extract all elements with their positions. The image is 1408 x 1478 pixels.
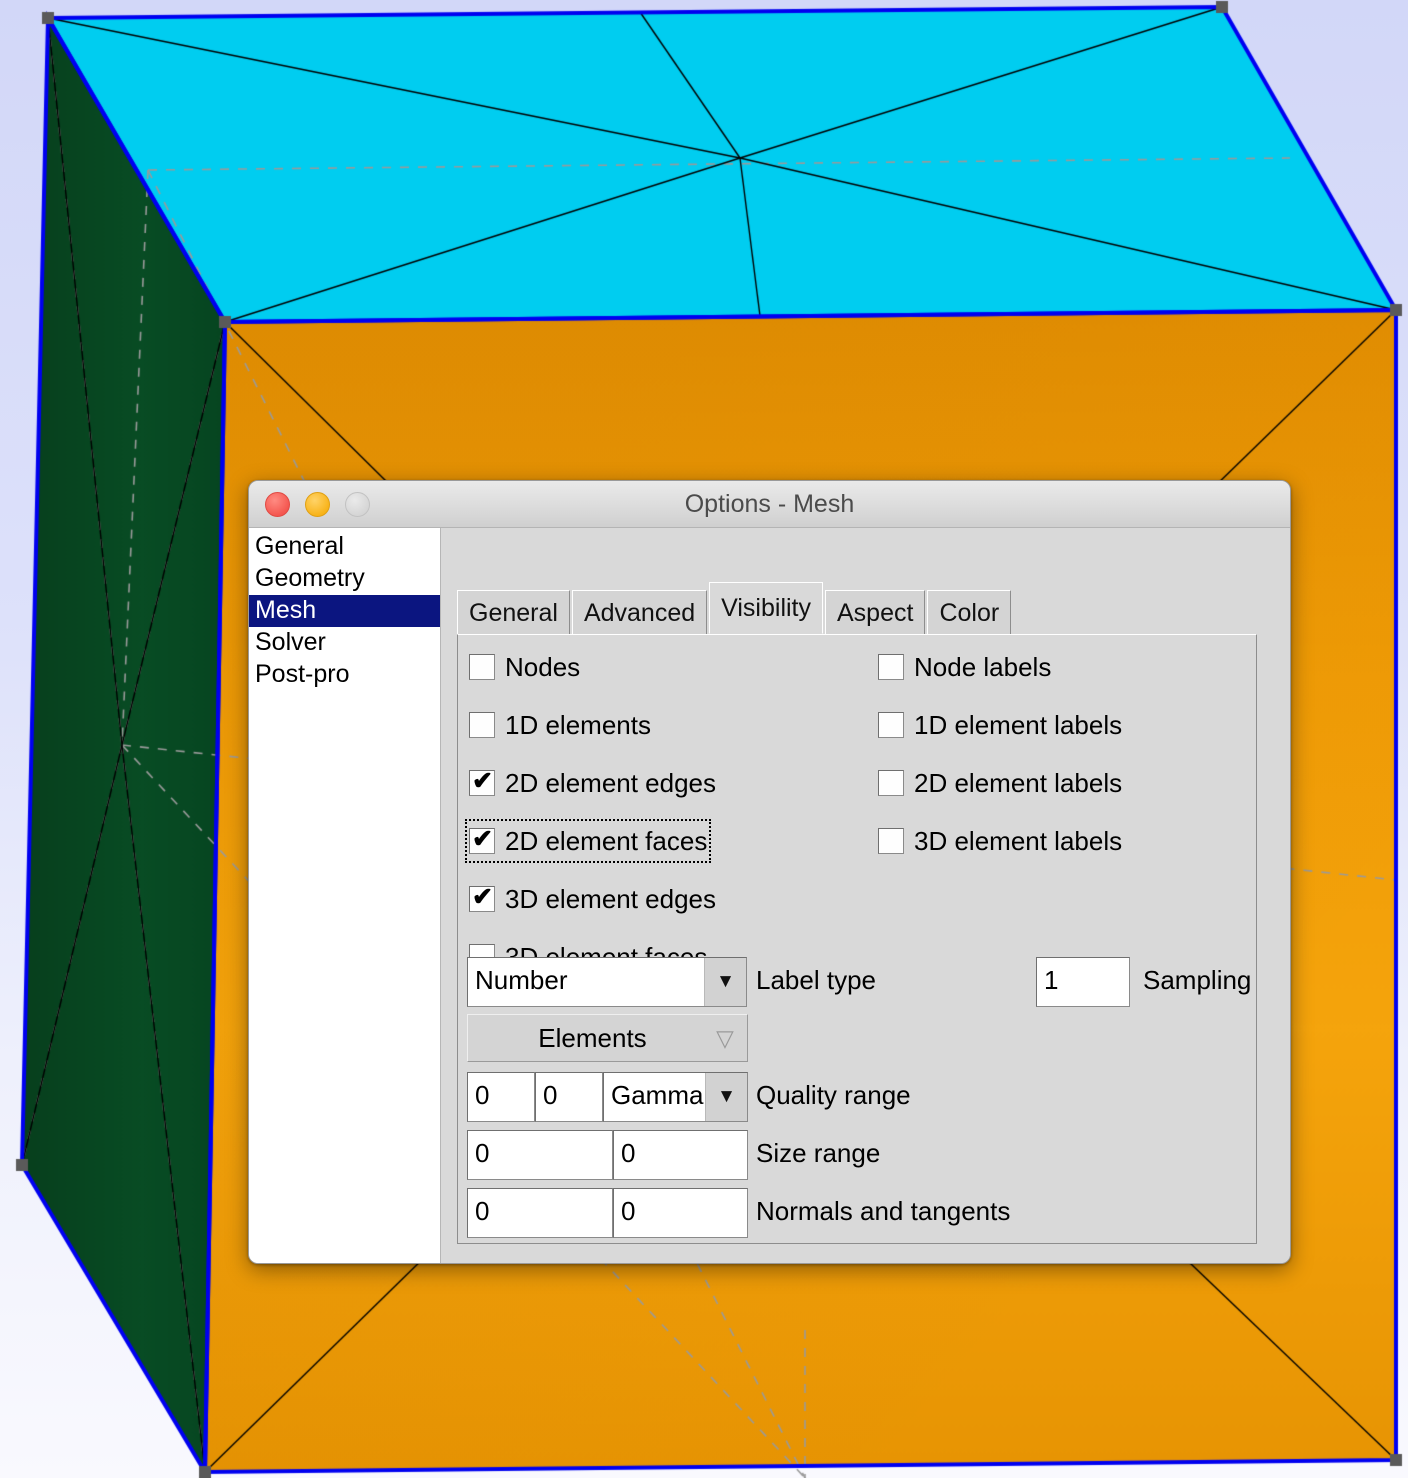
checkbox-nodes[interactable] (469, 654, 495, 680)
checkbox-1d-elements[interactable] (469, 712, 495, 738)
tab-general[interactable]: General (457, 590, 570, 636)
checkbox-2d-element-faces[interactable] (469, 824, 495, 854)
tab-label: Visibility (721, 594, 811, 622)
checkbox-node-labels[interactable] (878, 654, 904, 680)
checkbox-label: Node labels (914, 651, 1052, 682)
tab-color[interactable]: Color (927, 590, 1012, 636)
label-type-label: Label type (756, 965, 876, 995)
tab-label: General (469, 599, 558, 627)
visibility-panel: Nodes 1D elements 2D element edges 2D eleme… (457, 634, 1257, 1244)
label-type-value: Number (475, 965, 568, 995)
checkbox-label: 2D element faces (505, 825, 708, 856)
tangents-input[interactable]: 0 (613, 1188, 748, 1238)
size-range-label: Size range (756, 1138, 881, 1168)
sidebar-item-geometry[interactable]: Geometry (249, 563, 440, 595)
options-dialog: Options - Mesh General Geometry Mesh Solver… (248, 480, 1291, 1264)
checkbox-row-1d-element-labels[interactable]: 1D element labels (878, 707, 1122, 743)
checkbox-label: 2D element edges (505, 767, 717, 798)
checkbox-label: 1D elements (505, 709, 651, 740)
sidebar-item-label: General (255, 532, 344, 560)
sidebar-item-label: Geometry (255, 564, 365, 592)
sidebar-item-post-pro[interactable]: Post-pro (249, 659, 440, 691)
checkbox-label: 2D element labels (914, 767, 1123, 798)
chevron-down-icon[interactable]: ▼ (704, 958, 746, 1006)
normals-input[interactable]: 0 (467, 1188, 613, 1238)
quality-metric-value: Gamma (611, 1080, 704, 1110)
size-range-min-input[interactable]: 0 (467, 1130, 613, 1180)
checkbox-row-node-labels[interactable]: Node labels (878, 649, 1051, 685)
checkbox-row-2d-element-labels[interactable]: 2D element labels (878, 765, 1122, 801)
quality-range-max-input[interactable]: 0 (535, 1072, 603, 1122)
sidebar-item-mesh[interactable]: Mesh (249, 595, 440, 627)
sidebar-item-solver[interactable]: Solver (249, 627, 440, 659)
checkbox-row-1d-elements[interactable]: 1D elements (469, 707, 651, 743)
tab-visibility[interactable]: Visibility (709, 582, 823, 634)
dialog-body: General Geometry Mesh Solver Post-pro Genera… (249, 528, 1290, 1263)
sidebar-item-general[interactable]: General (249, 531, 440, 563)
checkbox-label: 3D element edges (505, 883, 717, 914)
sidebar-item-label: Solver (255, 628, 326, 656)
size-range-max-input[interactable]: 0 (613, 1130, 748, 1180)
tab-advanced[interactable]: Advanced (571, 590, 708, 636)
tab-strip[interactable]: General Advanced Visibility Aspect Color (457, 582, 1013, 636)
tab-aspect[interactable]: Aspect (825, 590, 926, 636)
app-root: Options - Mesh General Geometry Mesh Solver… (0, 0, 1408, 1478)
sampling-label: Sampling (1143, 965, 1252, 995)
checkbox-3d-element-labels[interactable] (878, 828, 904, 854)
checkbox-2d-element-edges[interactable] (469, 766, 495, 796)
elements-menu-button[interactable]: Elements ▽ (467, 1014, 748, 1062)
tab-label: Aspect (837, 599, 914, 627)
checkbox-label: 1D element labels (914, 709, 1123, 740)
tab-label: Color (939, 599, 1000, 627)
checkbox-row-3d-element-labels[interactable]: 3D element labels (878, 823, 1122, 859)
dialog-content: General Advanced Visibility Aspect Color Nod… (441, 528, 1290, 1263)
dialog-title: Options - Mesh (684, 490, 855, 518)
category-sidebar[interactable]: General Geometry Mesh Solver Post-pro (249, 528, 441, 1263)
checkbox-row-2d-element-faces[interactable]: 2D element faces (464, 819, 712, 863)
quality-range-label: Quality range (756, 1080, 911, 1110)
quality-range-min-input[interactable]: 0 (467, 1072, 535, 1122)
dialog-titlebar[interactable]: Options - Mesh (249, 481, 1290, 528)
sidebar-item-label: Post-pro (255, 660, 350, 688)
tab-label: Advanced (583, 599, 696, 627)
checkbox-3d-element-edges[interactable] (469, 882, 495, 912)
normals-tangents-label: Normals and tangents (756, 1196, 1011, 1226)
chevron-down-icon[interactable]: ▼ (705, 1073, 747, 1121)
checkbox-label: 3D element labels (914, 825, 1123, 856)
sidebar-item-label: Mesh (255, 596, 317, 624)
elements-button-label: Elements (538, 1022, 647, 1053)
checkbox-row-2d-element-edges[interactable]: 2D element edges (469, 765, 716, 801)
checkbox-1d-element-labels[interactable] (878, 712, 904, 738)
checkbox-row-nodes[interactable]: Nodes (469, 649, 580, 685)
checkbox-2d-element-labels[interactable] (878, 770, 904, 796)
checkbox-row-3d-element-edges[interactable]: 3D element edges (469, 881, 716, 917)
label-type-combo[interactable]: Number ▼ (467, 957, 747, 1007)
quality-metric-combo[interactable]: Gamma ▼ (603, 1072, 748, 1122)
checkbox-label: Nodes (505, 651, 581, 682)
sampling-input[interactable]: 1 (1036, 957, 1130, 1007)
triangle-down-icon: ▽ (716, 1024, 734, 1051)
